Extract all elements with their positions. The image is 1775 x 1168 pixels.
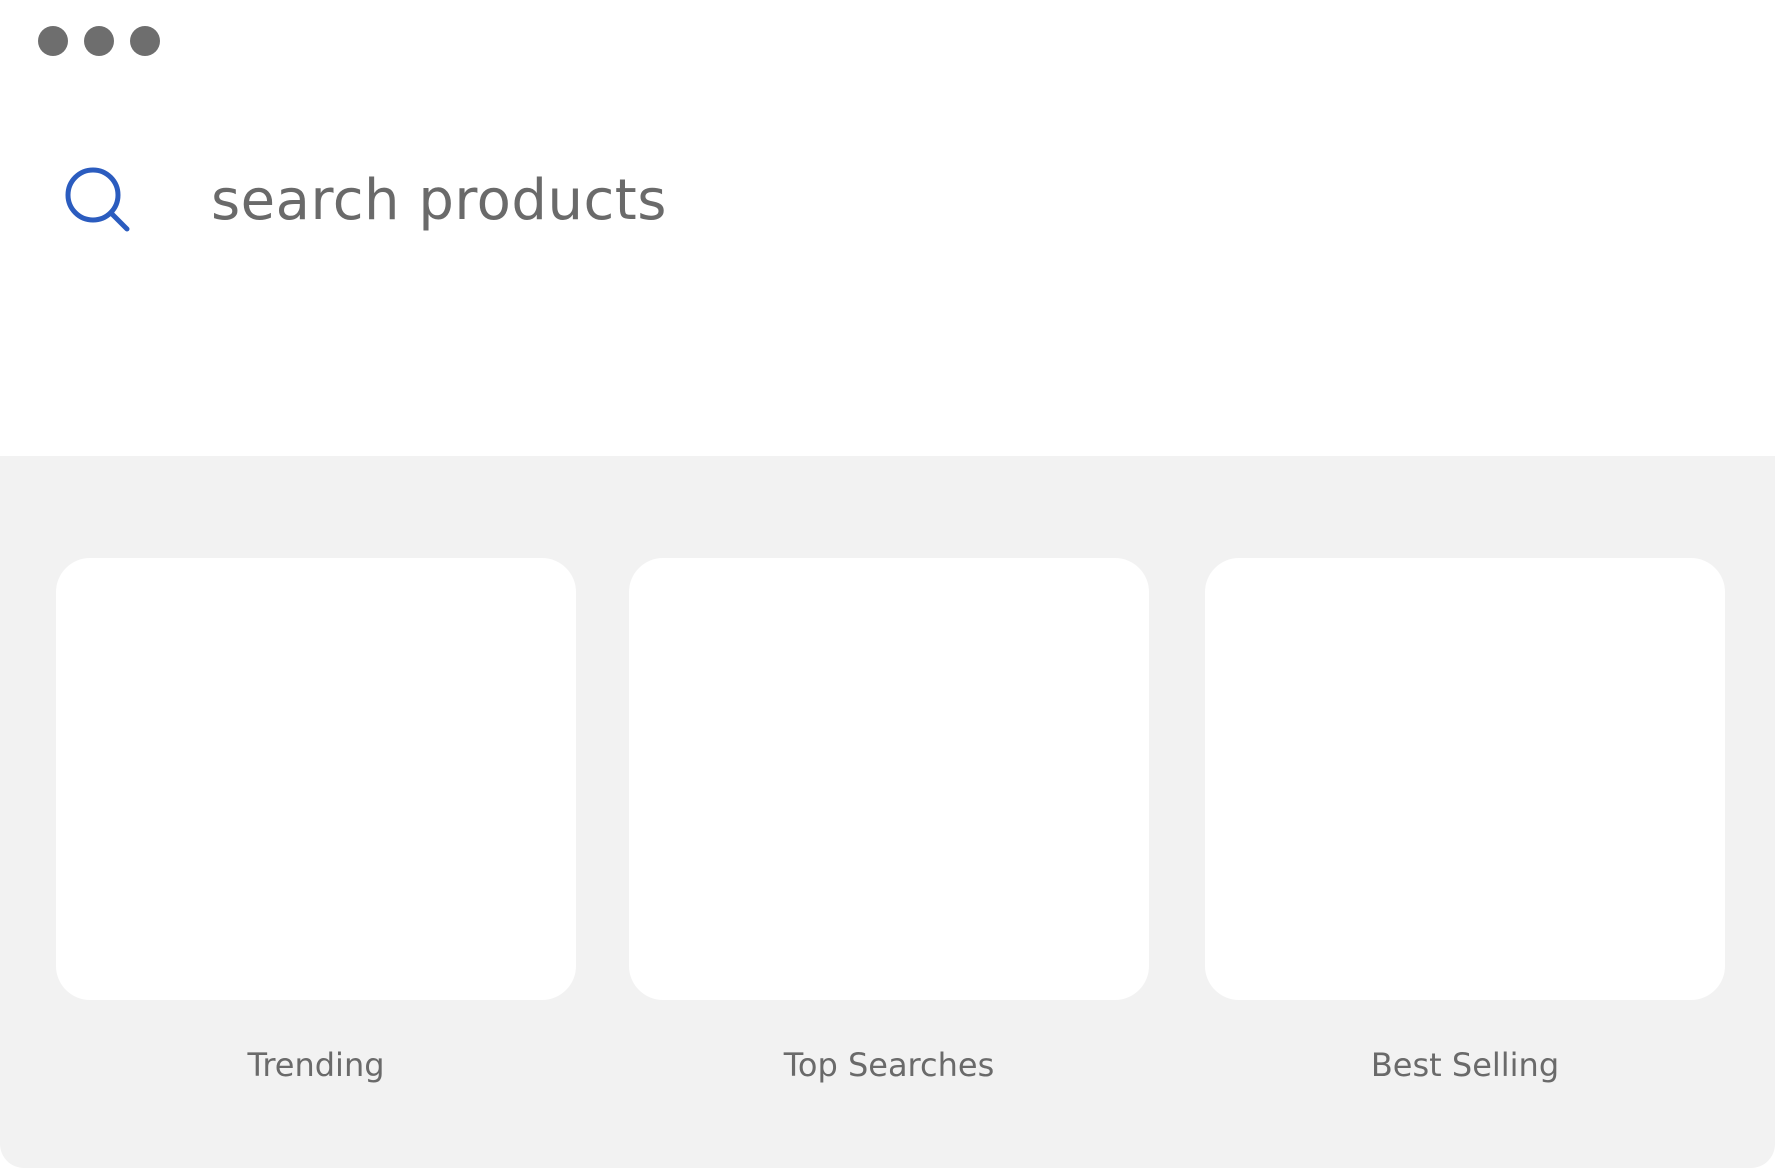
window-control-dot-2[interactable] [84,26,114,56]
search-icon[interactable] [63,165,133,235]
category-tile[interactable] [629,558,1149,1000]
category-panel: Trending Top Searches Best Selling [0,456,1775,1168]
app-window: Trending Top Searches Best Selling [0,0,1775,1168]
category-card-best-selling[interactable]: Best Selling [1205,558,1725,1084]
category-card-top-searches[interactable]: Top Searches [629,558,1149,1084]
category-tile[interactable] [56,558,576,1000]
category-label[interactable]: Top Searches [629,1046,1149,1084]
search-input[interactable] [211,167,1411,233]
search-bar [63,160,1663,240]
category-label[interactable]: Trending [56,1046,576,1084]
window-controls [38,26,160,56]
category-card-trending[interactable]: Trending [56,558,576,1084]
window-control-dot-3[interactable] [130,26,160,56]
window-control-dot-1[interactable] [38,26,68,56]
category-tile[interactable] [1205,558,1725,1000]
category-label[interactable]: Best Selling [1205,1046,1725,1084]
